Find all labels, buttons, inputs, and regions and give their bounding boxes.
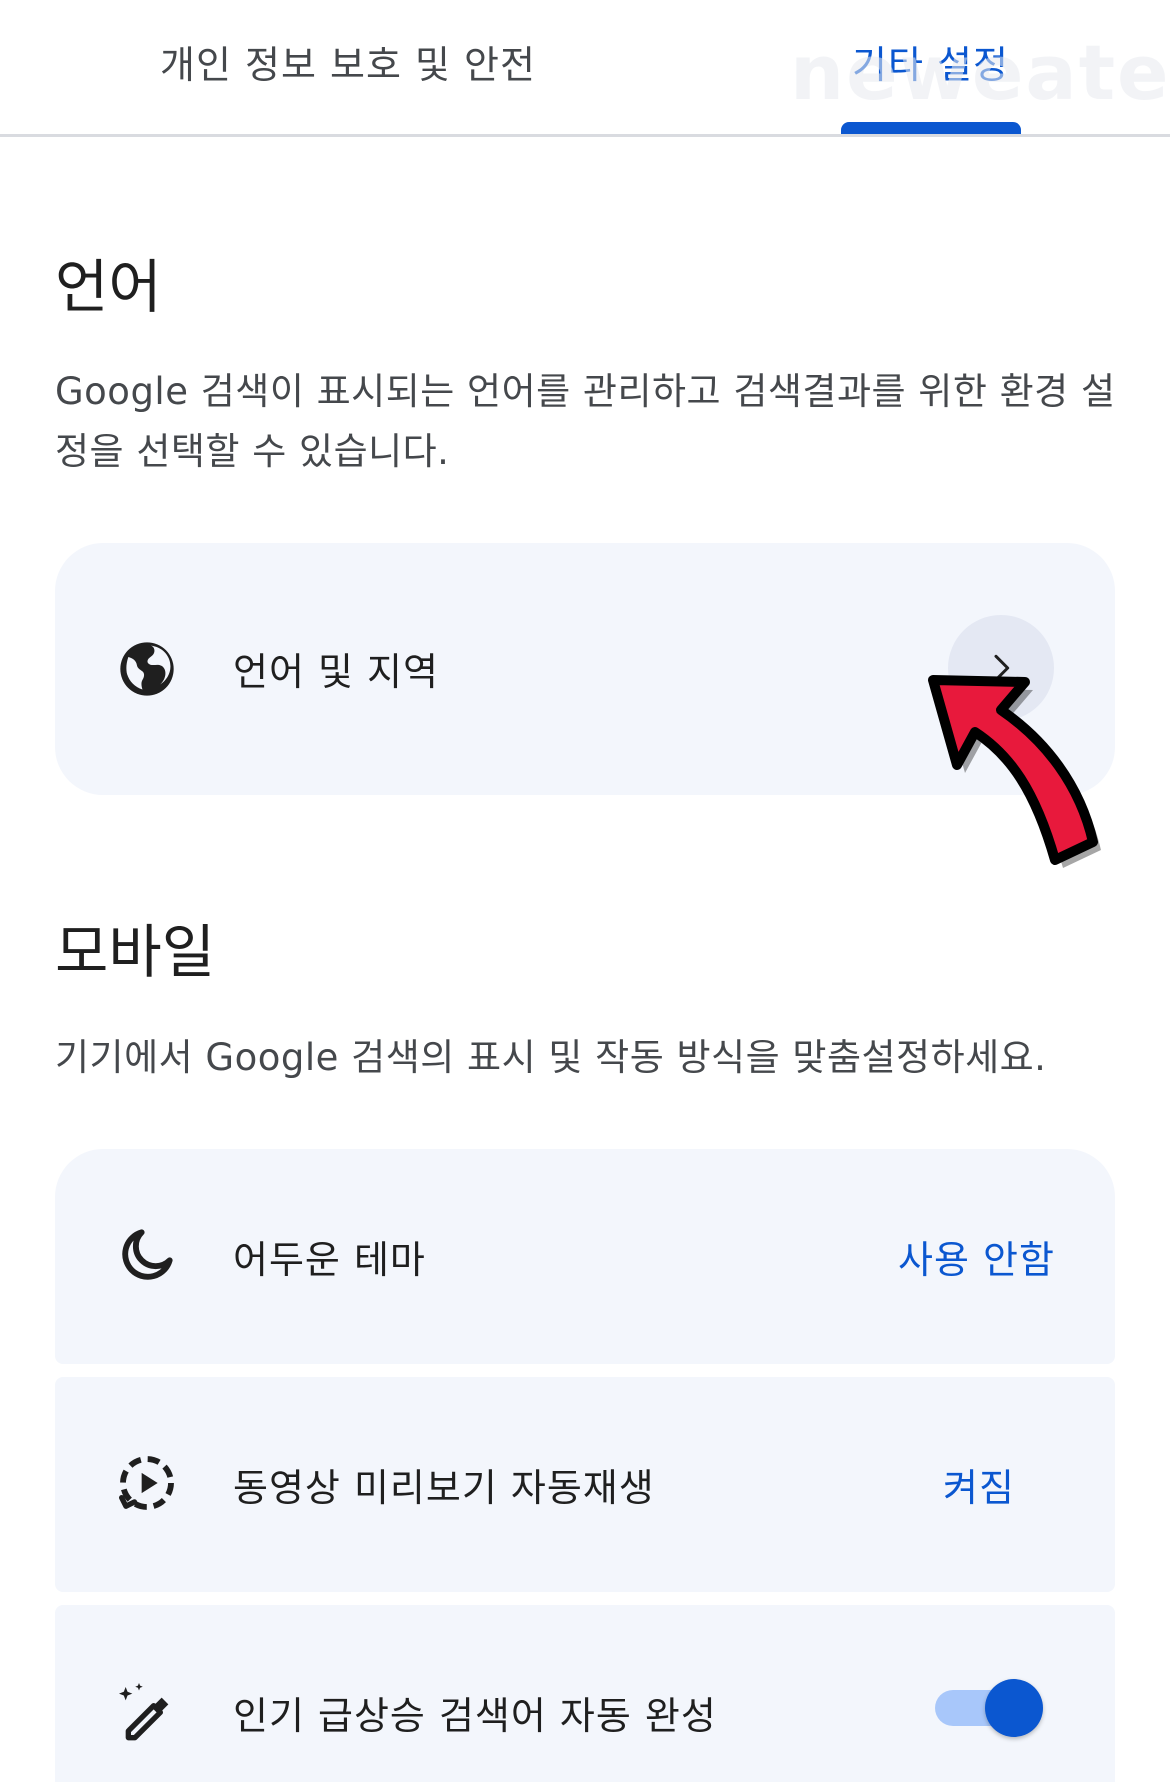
trending-autocomplete-card[interactable]: 인기 급상승 검색어 자동 완성 xyxy=(55,1605,1115,1782)
tab-other-settings[interactable]: 기타 설정 xyxy=(852,34,1009,89)
toggle-knob[interactable] xyxy=(985,1679,1043,1737)
language-region-label: 언어 및 지역 xyxy=(233,650,439,694)
moon-icon xyxy=(122,1229,173,1280)
language-section-title: 언어 xyxy=(55,253,162,321)
mobile-section-title: 모바일 xyxy=(55,918,216,986)
language-section-description: Google 검색이 표시되는 언어를 관리하고 검색결과를 위한 환경 설정을… xyxy=(55,370,1116,473)
magic-wand-icon xyxy=(119,1683,169,1741)
annotation-arrow-icon xyxy=(928,675,1101,868)
dark-theme-value[interactable]: 사용 안함 xyxy=(898,1229,1055,1284)
mobile-section-description: 기기에서 Google 검색의 표시 및 작동 방식을 맞춤설정하세요. xyxy=(55,1036,1047,1079)
video-autoplay-card[interactable]: 동영상 미리보기 자동재생 켜짐 xyxy=(55,1377,1115,1592)
video-autoplay-value[interactable]: 켜짐 xyxy=(943,1457,1015,1512)
dark-theme-label: 어두운 테마 xyxy=(233,1238,426,1282)
active-tab-indicator xyxy=(841,122,1021,134)
trending-autocomplete-label: 인기 급상승 검색어 자동 완성 xyxy=(233,1694,717,1738)
tab-bar: 개인 정보 보호 및 안전 기타 설정 xyxy=(0,0,1170,137)
globe-icon xyxy=(120,642,174,696)
video-autoplay-icon xyxy=(119,1456,174,1510)
dark-theme-card[interactable]: 어두운 테마 사용 안함 xyxy=(55,1149,1115,1364)
tab-privacy-safety[interactable]: 개인 정보 보호 및 안전 xyxy=(160,34,536,89)
video-autoplay-label: 동영상 미리보기 자동재생 xyxy=(233,1466,655,1510)
